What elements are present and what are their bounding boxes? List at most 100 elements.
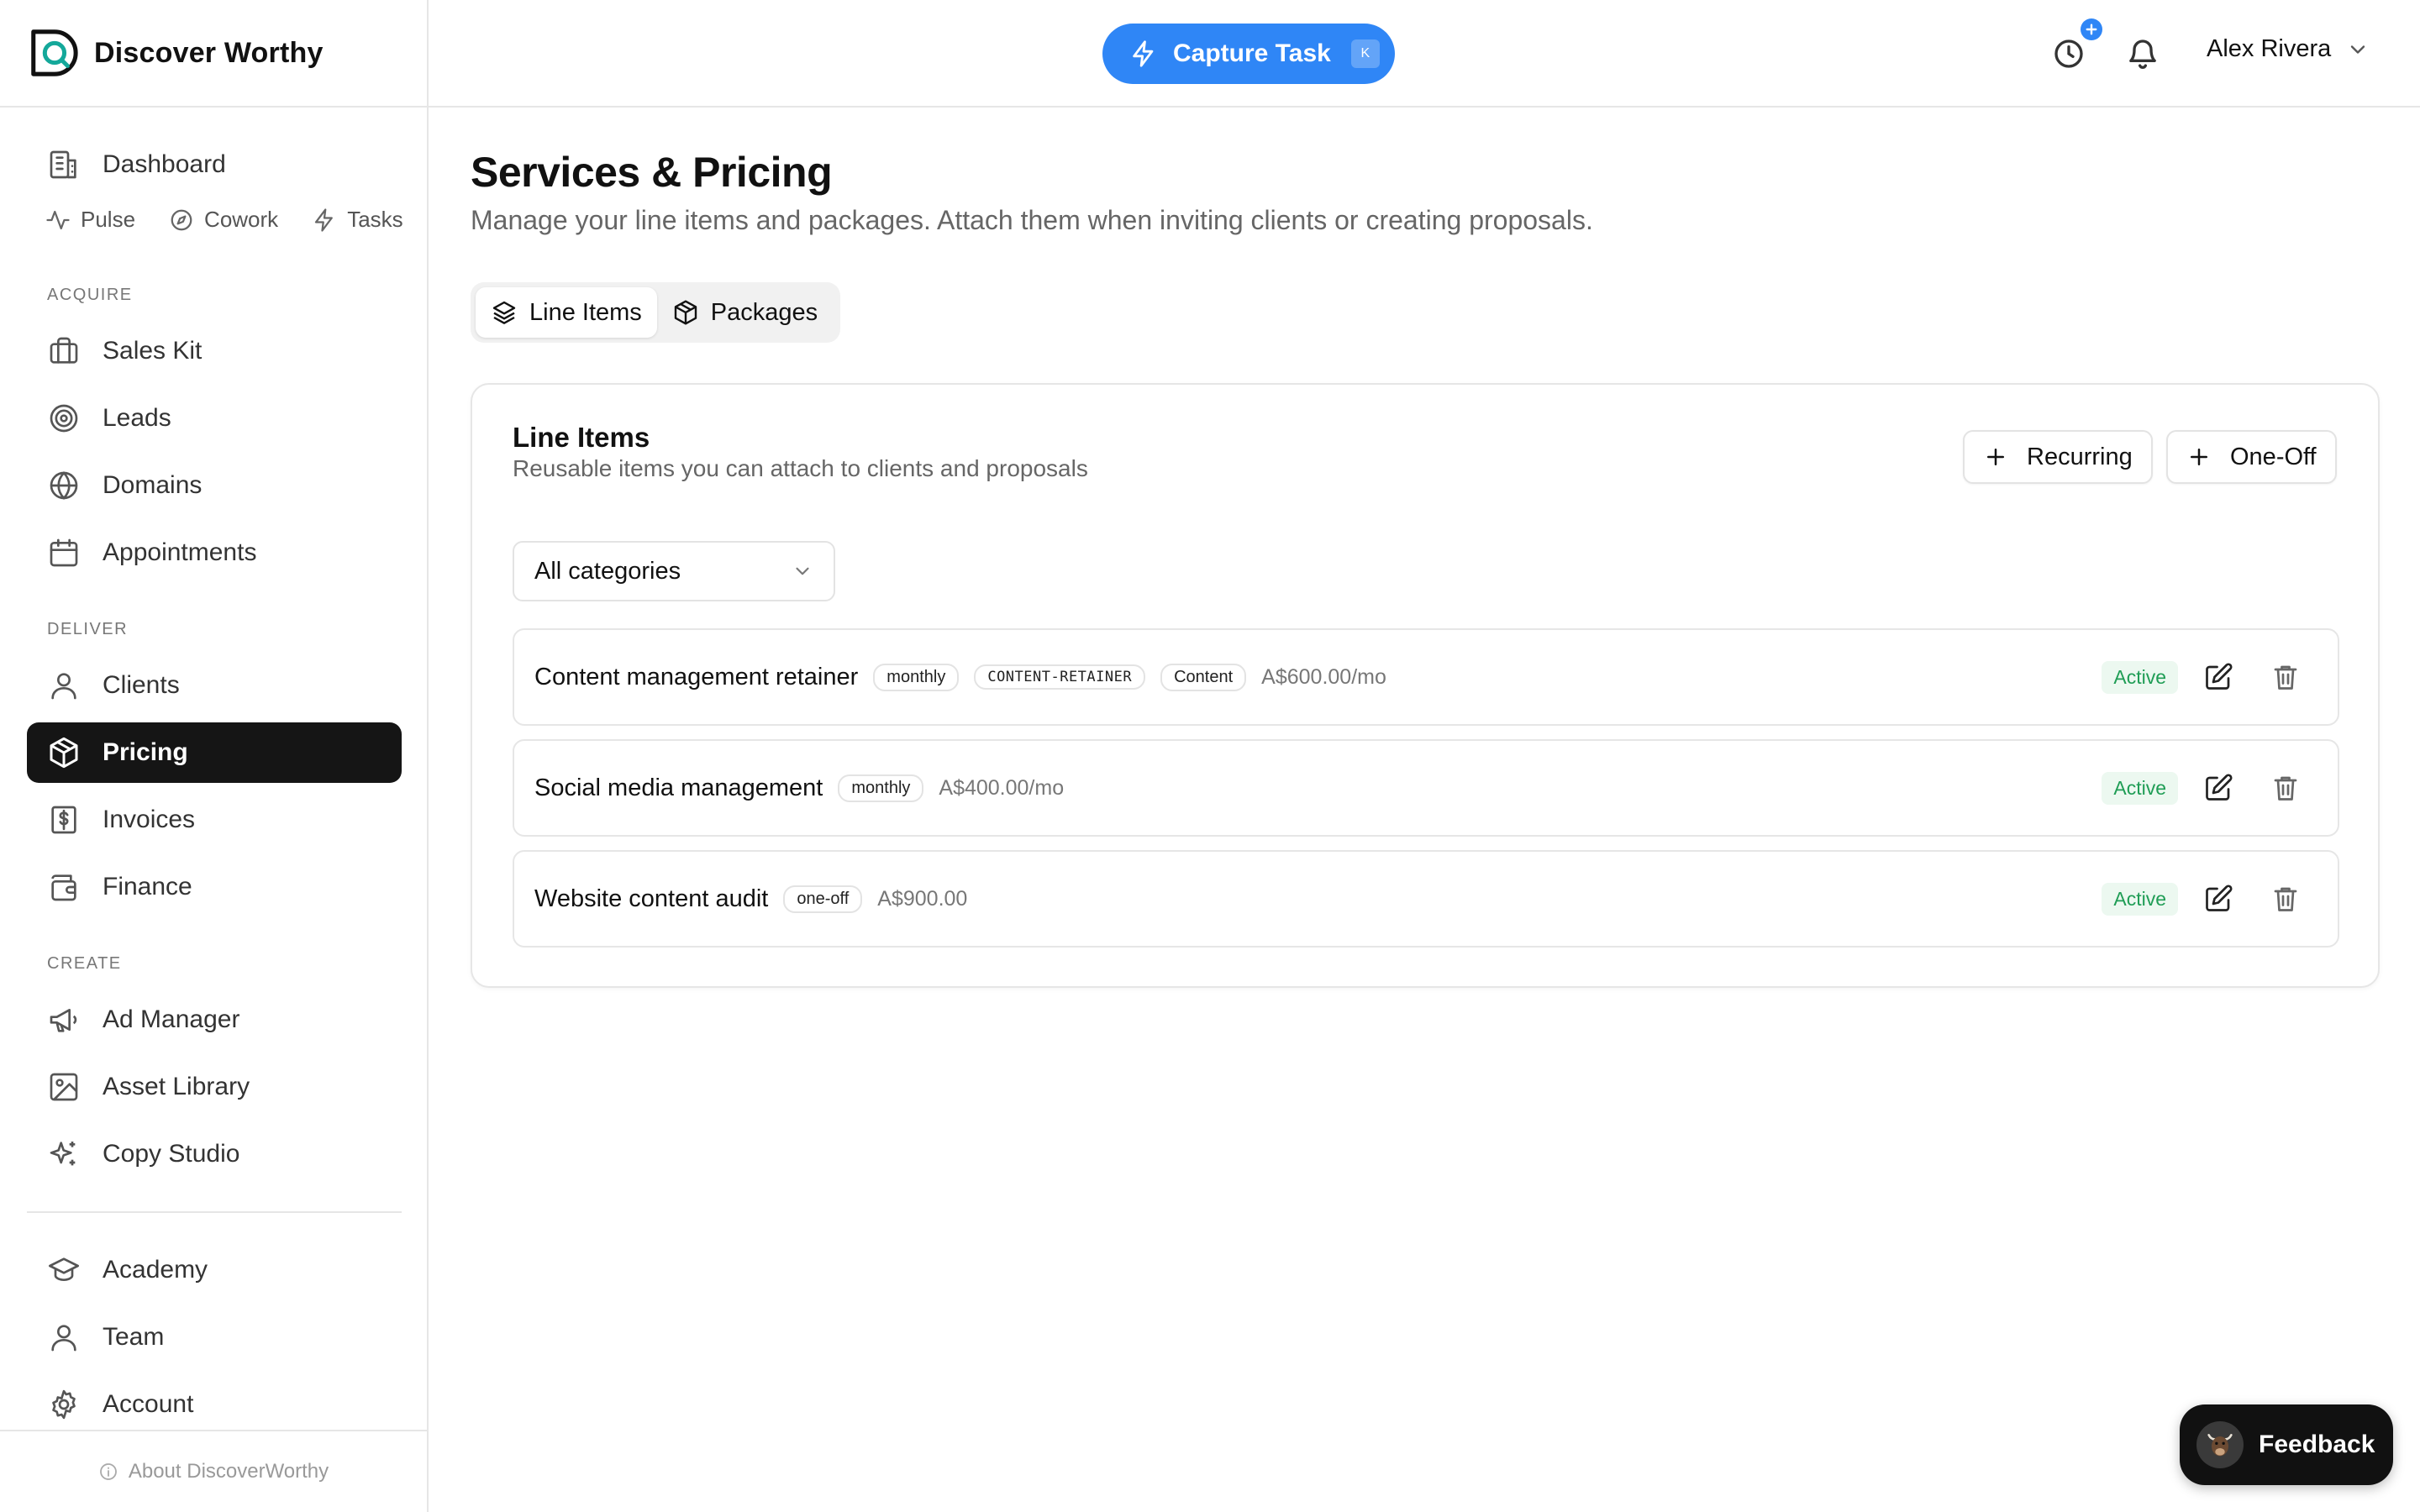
- topbar: Capture Task K Alex Rivera: [429, 0, 2420, 108]
- bell-icon[interactable]: [2126, 37, 2160, 71]
- trash-icon[interactable]: [2270, 773, 2301, 803]
- tab-packages-label: Packages: [710, 298, 818, 326]
- nav-invoices[interactable]: Invoices: [27, 790, 402, 850]
- nav-leads-label: Leads: [103, 404, 171, 432]
- line-item-price: A$400.00/mo: [939, 775, 1065, 800]
- nav-domains[interactable]: Domains: [27, 455, 402, 516]
- nav-sales-kit-label: Sales Kit: [103, 337, 203, 365]
- user-icon: [51, 1325, 76, 1352]
- bull-avatar-icon: [2207, 1434, 2233, 1457]
- nav-dashboard[interactable]: Dashboard: [27, 134, 402, 195]
- edit-icon[interactable]: [2203, 773, 2233, 803]
- edit-icon[interactable]: [2203, 884, 2233, 914]
- nav-domains-label: Domains: [103, 471, 203, 499]
- tab-packages[interactable]: Packages: [657, 287, 833, 338]
- feedback-avatar: [2196, 1421, 2244, 1468]
- table-row[interactable]: Content management retainer monthly CONT…: [513, 628, 2339, 726]
- plus-icon: [2191, 449, 2207, 465]
- box-icon: [50, 737, 78, 769]
- chevron-down-icon: [796, 567, 809, 575]
- section-label-acquire: ACQUIRE: [47, 286, 133, 304]
- category-badge: Content: [1160, 663, 1247, 691]
- layers-icon: [492, 301, 516, 324]
- quick-link-cowork[interactable]: Cowork: [169, 207, 278, 233]
- target-icon: [50, 404, 78, 433]
- nav-finance[interactable]: Finance: [27, 857, 402, 917]
- quick-links: Pulse Cowork Tasks: [45, 207, 437, 233]
- nav-sales-kit[interactable]: Sales Kit: [27, 321, 402, 381]
- clock-icon[interactable]: [2052, 37, 2086, 71]
- section-label-create: CREATE: [47, 954, 122, 973]
- category-filter-value: All categories: [534, 557, 681, 585]
- feedback-button[interactable]: Feedback: [2180, 1404, 2393, 1485]
- nav-appointments-label: Appointments: [103, 538, 257, 566]
- tab-line-items-label: Line Items: [529, 298, 642, 326]
- pulse-icon: [46, 210, 70, 229]
- nav-academy[interactable]: Academy: [27, 1240, 402, 1300]
- quick-link-cowork-label: Cowork: [204, 207, 279, 232]
- sidebar: Discover Worthy Dashboard Pulse Cowork T…: [0, 0, 429, 1512]
- row-actions: Active: [2102, 630, 2301, 724]
- nav-account[interactable]: Account: [27, 1374, 402, 1435]
- image-icon: [50, 1073, 78, 1101]
- pricing-tabs: Line Items Packages: [471, 282, 840, 343]
- nav-dashboard-label: Dashboard: [103, 150, 226, 178]
- status-badge: Active: [2102, 771, 2178, 805]
- page-title: Services & Pricing: [471, 149, 833, 196]
- nav-team[interactable]: Team: [27, 1307, 402, 1368]
- page-subtitle: Manage your line items and packages. Att…: [471, 205, 1593, 235]
- brand-logo-icon: [31, 29, 78, 76]
- brand[interactable]: Discover Worthy: [0, 0, 427, 108]
- category-filter-select[interactable]: All categories: [513, 541, 835, 601]
- about-label: About DiscoverWorthy: [128, 1460, 329, 1483]
- compass-icon: [171, 209, 192, 230]
- nav-leads[interactable]: Leads: [27, 388, 402, 449]
- nav-clients[interactable]: Clients: [27, 655, 402, 716]
- lightning-icon: [1133, 40, 1154, 67]
- line-item-price: A$600.00/mo: [1261, 664, 1386, 689]
- nav-copy-studio-label: Copy Studio: [103, 1140, 240, 1168]
- nav-account-label: Account: [103, 1390, 194, 1418]
- capture-task-button[interactable]: Capture Task K: [1102, 24, 1395, 84]
- table-row[interactable]: Social media management monthly A$400.00…: [513, 739, 2339, 837]
- quick-link-tasks[interactable]: Tasks: [312, 207, 403, 233]
- wallet-icon: [51, 874, 76, 901]
- status-badge: Active: [2102, 882, 2178, 916]
- tab-line-items[interactable]: Line Items: [476, 287, 657, 338]
- globe-icon: [50, 471, 78, 500]
- add-one-off-button[interactable]: One-Off: [2166, 430, 2337, 484]
- line-item-price: A$900.00: [877, 886, 968, 911]
- nav-asset-library[interactable]: Asset Library: [27, 1057, 402, 1117]
- nav-pricing[interactable]: Pricing: [27, 722, 402, 783]
- capture-task-shortcut: K: [1350, 39, 1380, 68]
- chevron-down-icon: [2351, 45, 2365, 54]
- about-link[interactable]: About DiscoverWorthy: [0, 1430, 427, 1512]
- edit-icon[interactable]: [2203, 662, 2233, 692]
- user-menu[interactable]: Alex Rivera: [2207, 35, 2370, 63]
- line-item-name: Content management retainer: [534, 663, 859, 690]
- line-items-subtitle: Reusable items you can attach to clients…: [513, 455, 1088, 481]
- nav-appointments[interactable]: Appointments: [27, 522, 402, 583]
- quick-link-pulse[interactable]: Pulse: [45, 207, 135, 233]
- nav-invoices-label: Invoices: [103, 806, 196, 833]
- trash-icon[interactable]: [2270, 662, 2301, 692]
- dollar-receipt-icon: [51, 806, 76, 834]
- user-name: Alex Rivera: [2207, 35, 2332, 62]
- briefcase-icon: [50, 337, 78, 364]
- megaphone-icon: [50, 1009, 77, 1032]
- nav-ad-manager[interactable]: Ad Manager: [27, 990, 402, 1050]
- nav-finance-label: Finance: [103, 873, 192, 900]
- row-actions: Active: [2102, 741, 2301, 835]
- clock-plus-badge[interactable]: [2081, 18, 2102, 40]
- nav-copy-studio[interactable]: Copy Studio: [27, 1124, 402, 1184]
- add-recurring-button[interactable]: Recurring: [1963, 430, 2153, 484]
- lightning-icon: [315, 207, 334, 232]
- status-badge: Active: [2102, 660, 2178, 694]
- frequency-badge: monthly: [838, 774, 924, 802]
- trash-icon[interactable]: [2270, 884, 2301, 914]
- quick-link-tasks-label: Tasks: [347, 207, 403, 232]
- table-row[interactable]: Website content audit one-off A$900.00 A…: [513, 850, 2339, 948]
- nav-asset-library-label: Asset Library: [103, 1073, 250, 1100]
- graduation-cap-icon: [49, 1257, 79, 1281]
- gear-icon: [52, 1389, 76, 1420]
